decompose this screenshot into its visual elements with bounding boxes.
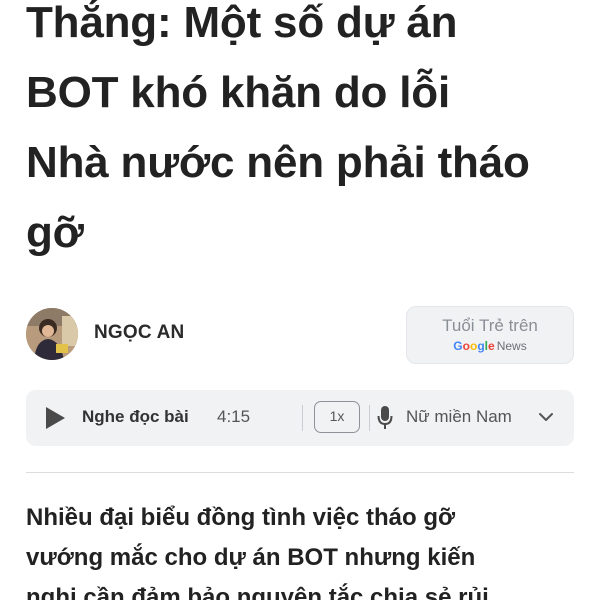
google-news-logo: Google News	[407, 339, 573, 353]
divider	[302, 405, 303, 431]
google-logo-letter: G	[453, 339, 463, 353]
google-news-source-card[interactable]: Tuổi Trẻ trên Google News	[406, 306, 574, 364]
author-row: NGỌC AN Tuổi Trẻ trên Google News	[26, 306, 574, 366]
voice-select[interactable]: Nữ miền Nam	[406, 407, 512, 427]
listen-article-button[interactable]: Nghe đọc bài	[82, 407, 189, 427]
playback-speed-button[interactable]: 1x	[314, 401, 360, 433]
lead-line: Nhiều đại biểu đồng tình việc tháo gỡ	[26, 504, 456, 531]
google-logo-letter: g	[477, 339, 485, 353]
headline-line: gỡ	[26, 208, 84, 257]
divider	[369, 405, 370, 431]
headline-line: Nhà nước nên phải tháo	[26, 138, 530, 187]
chevron-down-icon[interactable]	[538, 410, 554, 424]
news-label: News	[496, 339, 527, 353]
headline-line: BOT khó khăn do lỗi	[26, 68, 450, 117]
author-avatar[interactable]	[26, 308, 78, 360]
avatar-image	[26, 308, 78, 360]
audio-duration: 4:15	[217, 407, 251, 426]
google-logo-letter: e	[488, 339, 495, 353]
article-headline: Thắng: Một số dự án BOT khó khăn do lỗi …	[26, 0, 586, 268]
author-name[interactable]: NGỌC AN	[94, 322, 184, 344]
play-icon[interactable]	[44, 406, 66, 430]
lead-line: vướng mắc cho dự án BOT nhưng kiến	[26, 544, 476, 571]
source-label: Tuổi Trẻ trên	[442, 316, 538, 335]
lead-line: nghị cần đảm bảo nguyên tắc chia sẻ rủi	[26, 584, 489, 600]
headline-line: Thắng: Một số dự án	[26, 0, 458, 47]
section-divider	[26, 472, 574, 473]
microphone-icon	[377, 406, 393, 429]
google-logo-letter: o	[462, 339, 470, 353]
article-lead: Nhiều đại biểu đồng tình việc tháo gỡ vư…	[26, 498, 586, 600]
audio-player: Nghe đọc bài 4:15 1x Nữ miền Nam	[26, 390, 574, 446]
